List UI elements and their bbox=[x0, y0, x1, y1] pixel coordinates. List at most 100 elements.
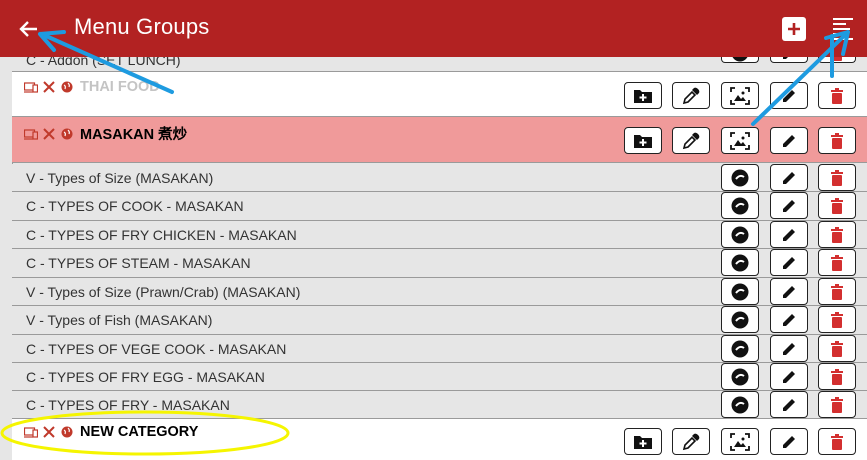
pencil-icon bbox=[783, 171, 795, 184]
trash-icon bbox=[831, 87, 843, 104]
toggle-circle-icon bbox=[731, 254, 749, 271]
category-label: C - TYPES OF STEAM - MASAKAN bbox=[26, 255, 251, 271]
category-label: C - TYPES OF VEGE COOK - MASAKAN bbox=[26, 341, 287, 357]
devices-icon bbox=[24, 427, 38, 438]
menu-group-list: C - Addon (SET LUNCH) THAI FOOD MASAKAN … bbox=[0, 0, 867, 460]
toggle-button[interactable] bbox=[721, 363, 759, 390]
back-button[interactable] bbox=[14, 14, 44, 44]
category-row[interactable]: V - Types of Size (Prawn/Crab) (MASAKAN) bbox=[12, 278, 867, 306]
pencil-icon bbox=[783, 285, 795, 298]
category-row[interactable]: C - TYPES OF VEGE COOK - MASAKAN bbox=[12, 335, 867, 363]
pencil-icon bbox=[783, 370, 795, 383]
delete-button[interactable] bbox=[818, 428, 856, 455]
trash-icon bbox=[831, 169, 843, 186]
edit-button[interactable] bbox=[770, 363, 808, 390]
trash-icon bbox=[831, 396, 843, 413]
edit-button[interactable] bbox=[770, 391, 808, 418]
delete-button[interactable] bbox=[818, 127, 856, 154]
delete-button[interactable] bbox=[818, 363, 856, 390]
delete-button[interactable] bbox=[818, 306, 856, 333]
edit-button[interactable] bbox=[770, 82, 808, 109]
toggle-circle-icon bbox=[731, 169, 749, 186]
pencil-icon bbox=[783, 228, 795, 241]
group-label: NEW CATEGORY bbox=[24, 424, 198, 440]
edit-button[interactable] bbox=[770, 127, 808, 154]
category-row[interactable]: C - TYPES OF FRY - MASAKAN bbox=[12, 391, 867, 419]
edit-button[interactable] bbox=[770, 428, 808, 455]
edit-button[interactable] bbox=[770, 249, 808, 276]
add-category-button[interactable] bbox=[624, 428, 662, 455]
toggle-button[interactable] bbox=[721, 306, 759, 333]
toggle-button[interactable] bbox=[721, 335, 759, 362]
pencil-icon bbox=[783, 313, 795, 326]
group-label: MASAKAN 煮炒 bbox=[24, 123, 187, 144]
group-row-thai-food[interactable]: THAI FOOD bbox=[12, 72, 867, 117]
pencil-icon bbox=[783, 342, 795, 355]
category-row[interactable]: C - TYPES OF STEAM - MASAKAN bbox=[12, 249, 867, 278]
app-header: Menu Groups bbox=[0, 0, 867, 57]
group-label: THAI FOOD bbox=[24, 79, 160, 95]
edit-button[interactable] bbox=[770, 192, 808, 219]
color-picker-button[interactable] bbox=[672, 82, 710, 109]
edit-button[interactable] bbox=[770, 278, 808, 305]
utensils-cross-icon bbox=[43, 81, 55, 93]
category-row[interactable]: C - TYPES OF COOK - MASAKAN bbox=[12, 192, 867, 221]
edit-button[interactable] bbox=[770, 335, 808, 362]
folder-plus-icon bbox=[634, 89, 652, 103]
category-label: C - TYPES OF FRY EGG - MASAKAN bbox=[26, 369, 265, 385]
devices-icon bbox=[24, 82, 38, 93]
delete-button[interactable] bbox=[818, 278, 856, 305]
folder-plus-icon bbox=[634, 134, 652, 148]
delete-button[interactable] bbox=[818, 249, 856, 276]
edit-button[interactable] bbox=[770, 306, 808, 333]
group-row-masakan[interactable]: MASAKAN 煮炒 bbox=[12, 117, 867, 163]
image-button[interactable] bbox=[721, 82, 759, 109]
pencil-icon bbox=[783, 256, 795, 269]
add-category-button[interactable] bbox=[624, 127, 662, 154]
group-row-new-category[interactable]: NEW CATEGORY bbox=[12, 419, 867, 460]
pencil-icon bbox=[783, 134, 795, 147]
group-name: NEW CATEGORY bbox=[80, 424, 199, 440]
utensils-cross-icon bbox=[43, 426, 55, 438]
toggle-button[interactable] bbox=[721, 221, 759, 248]
image-button[interactable] bbox=[721, 428, 759, 455]
toggle-circle-icon bbox=[731, 396, 749, 413]
delete-button[interactable] bbox=[818, 192, 856, 219]
toggle-button[interactable] bbox=[721, 192, 759, 219]
group-name: MASAKAN 煮炒 bbox=[80, 127, 188, 143]
pencil-icon bbox=[783, 89, 795, 102]
add-category-button[interactable] bbox=[624, 82, 662, 109]
category-label: C - TYPES OF FRY - MASAKAN bbox=[26, 397, 230, 413]
color-picker-button[interactable] bbox=[672, 428, 710, 455]
edit-button[interactable] bbox=[770, 221, 808, 248]
category-row[interactable]: C - TYPES OF FRY EGG - MASAKAN bbox=[12, 363, 867, 391]
category-row[interactable]: V - Types of Fish (MASAKAN) bbox=[12, 306, 867, 335]
category-label: V - Types of Fish (MASAKAN) bbox=[26, 312, 213, 328]
delete-button[interactable] bbox=[818, 164, 856, 191]
category-row[interactable]: C - TYPES OF FRY CHICKEN - MASAKAN bbox=[12, 221, 867, 249]
add-group-button[interactable] bbox=[782, 17, 806, 41]
sort-button[interactable] bbox=[832, 17, 854, 41]
trash-icon bbox=[831, 283, 843, 300]
trash-icon bbox=[831, 197, 843, 214]
pencil-icon bbox=[783, 398, 795, 411]
toggle-button[interactable] bbox=[721, 391, 759, 418]
pencil-icon bbox=[783, 199, 795, 212]
toggle-button[interactable] bbox=[721, 278, 759, 305]
delete-button[interactable] bbox=[818, 391, 856, 418]
eyedropper-icon bbox=[682, 87, 700, 104]
image-frame-icon bbox=[730, 131, 750, 150]
toggle-button[interactable] bbox=[721, 164, 759, 191]
category-label: V - Types of Size (Prawn/Crab) (MASAKAN) bbox=[26, 284, 301, 300]
image-button[interactable] bbox=[721, 127, 759, 154]
category-row[interactable]: V - Types of Size (MASAKAN) bbox=[12, 164, 867, 192]
delete-button[interactable] bbox=[818, 221, 856, 248]
edit-button[interactable] bbox=[770, 164, 808, 191]
toggle-circle-icon bbox=[731, 197, 749, 214]
toggle-button[interactable] bbox=[721, 249, 759, 276]
delete-button[interactable] bbox=[818, 335, 856, 362]
plus-icon bbox=[788, 23, 800, 35]
trash-icon bbox=[831, 226, 843, 243]
color-picker-button[interactable] bbox=[672, 127, 710, 154]
delete-button[interactable] bbox=[818, 82, 856, 109]
